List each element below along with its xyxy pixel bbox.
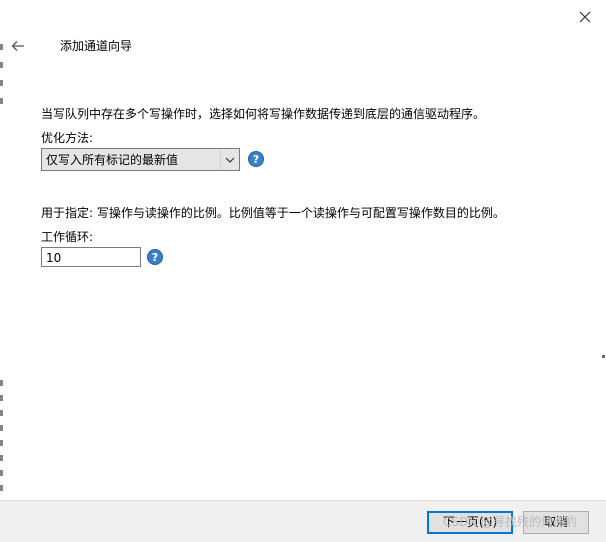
dropdown-chevron: [220, 149, 239, 170]
back-arrow-icon: [11, 41, 24, 51]
background-window-edge-right: [600, 353, 606, 361]
close-button[interactable]: [574, 6, 596, 28]
duty-cycle-description: 用于指定: 写操作与读操作的比例。比例值等于一个读操作与可配置写操作数目的比例。: [41, 206, 505, 220]
wizard-footer: [0, 500, 606, 542]
background-window-edge: [0, 0, 8, 542]
optimization-method-select[interactable]: 仅写入所有标记的最新值: [41, 148, 240, 171]
optimization-method-value: 仅写入所有标记的最新值: [46, 152, 179, 167]
footer-divider: [0, 500, 606, 501]
back-button[interactable]: [8, 36, 28, 56]
duty-cycle-input[interactable]: [41, 247, 141, 267]
next-page-button[interactable]: 下一页(N): [427, 511, 513, 534]
add-channel-wizard-window: 添加通道向导 当写队列中存在多个写操作时，选择如何将写操作数据传递到底层的通信驱…: [0, 0, 606, 542]
optimization-method-label: 优化方法:: [41, 131, 94, 145]
close-icon: [579, 11, 591, 23]
write-optimization-description: 当写队列中存在多个写操作时，选择如何将写操作数据传递到底层的通信驱动程序。: [41, 107, 486, 121]
wizard-title: 添加通道向导: [60, 39, 133, 53]
cancel-button[interactable]: 取消: [523, 511, 589, 534]
chevron-down-icon: [225, 157, 235, 163]
duty-cycle-label: 工作循环:: [41, 230, 94, 244]
help-icon[interactable]: ?: [248, 151, 264, 167]
help-icon[interactable]: ?: [147, 249, 163, 265]
